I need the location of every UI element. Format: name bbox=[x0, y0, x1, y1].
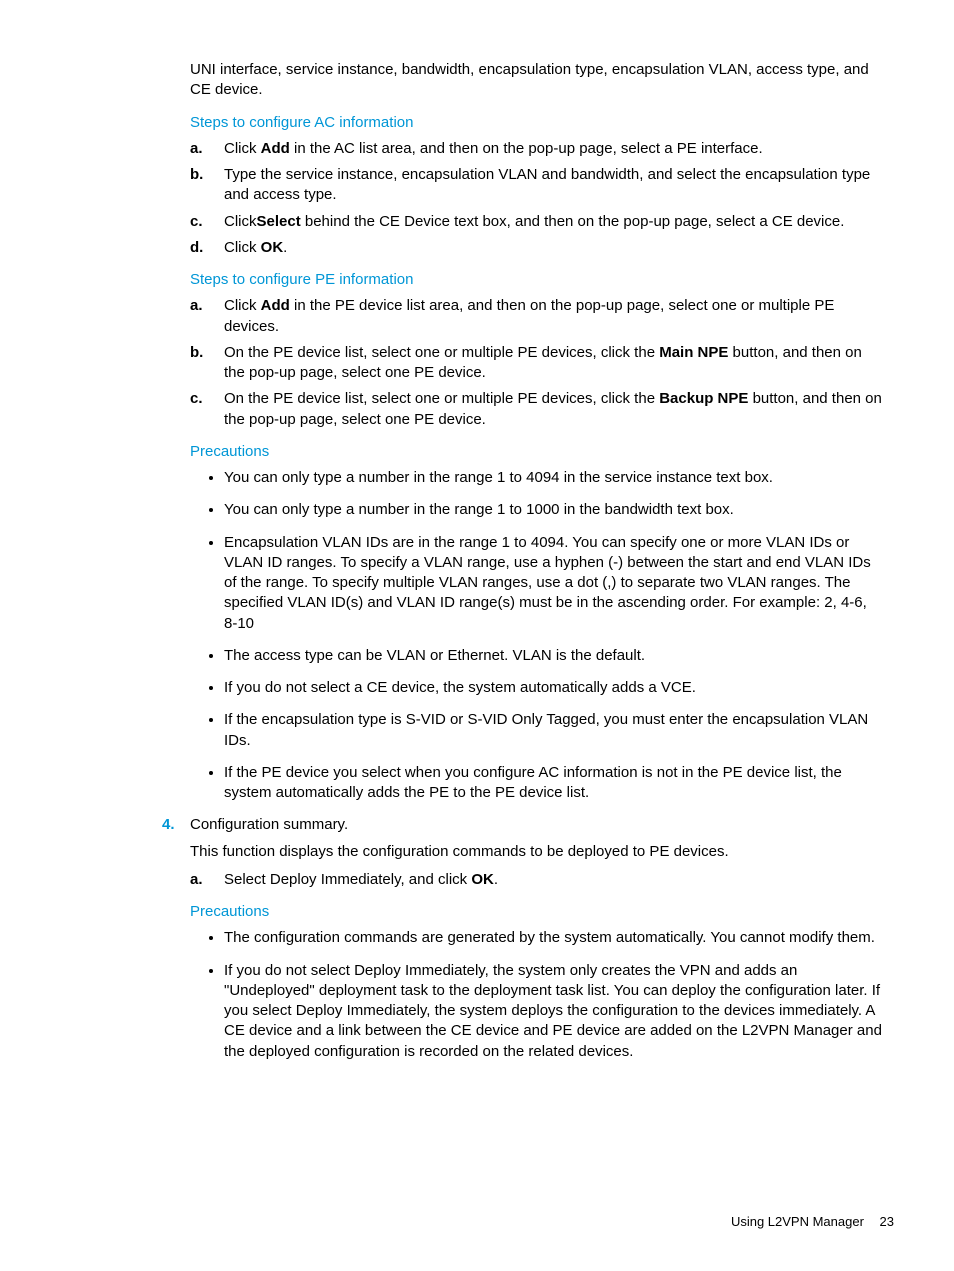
list-item: d. Click OK. bbox=[190, 238, 884, 258]
page-content: UNI interface, service instance, bandwid… bbox=[190, 60, 884, 1062]
item-marker: d. bbox=[190, 238, 203, 258]
step-4-description: This function displays the configuration… bbox=[190, 842, 884, 862]
heading-precautions-2: Precautions bbox=[190, 902, 884, 922]
step-4-sublist: a. Select Deploy Immediately, and click O… bbox=[190, 870, 884, 890]
list-item: b. On the PE device list, select one or m… bbox=[190, 343, 884, 384]
list-item: b. Type the service instance, encapsulati… bbox=[190, 165, 884, 206]
list-item: Encapsulation VLAN IDs are in the range … bbox=[224, 533, 884, 634]
list-item: a. Select Deploy Immediately, and click O… bbox=[190, 870, 884, 890]
step-number: 4. bbox=[162, 815, 175, 835]
ac-steps-list: a. Click Add in the AC list area, and the… bbox=[190, 139, 884, 258]
list-item: a. Click Add in the AC list area, and the… bbox=[190, 139, 884, 159]
pe-steps-list: a. Click Add in the PE device list area, … bbox=[190, 296, 884, 430]
item-marker: b. bbox=[190, 165, 203, 185]
footer-text: Using L2VPN Manager bbox=[731, 1214, 864, 1229]
page-number: 23 bbox=[880, 1214, 894, 1229]
item-text: Click OK. bbox=[224, 239, 287, 256]
list-item: c. On the PE device list, select one or m… bbox=[190, 389, 884, 430]
item-marker: c. bbox=[190, 212, 203, 232]
item-text: Click Add in the AC list area, and then … bbox=[224, 140, 763, 157]
intro-paragraph: UNI interface, service instance, bandwid… bbox=[190, 60, 884, 101]
list-item: You can only type a number in the range … bbox=[224, 468, 884, 488]
item-text: On the PE device list, select one or mul… bbox=[224, 344, 862, 381]
list-item: If the PE device you select when you con… bbox=[224, 763, 884, 804]
item-marker: a. bbox=[190, 296, 203, 316]
heading-pe-steps: Steps to configure PE information bbox=[190, 270, 884, 290]
item-text: Type the service instance, encapsulation… bbox=[224, 166, 870, 203]
item-marker: a. bbox=[190, 139, 203, 159]
page-footer: Using L2VPN Manager 23 bbox=[731, 1213, 894, 1231]
list-item: a. Click Add in the PE device list area, … bbox=[190, 296, 884, 337]
item-text: ClickSelect behind the CE Device text bo… bbox=[224, 213, 844, 230]
list-item: You can only type a number in the range … bbox=[224, 500, 884, 520]
list-item: The access type can be VLAN or Ethernet.… bbox=[224, 646, 884, 666]
precautions-list-1: You can only type a number in the range … bbox=[190, 468, 884, 803]
step-4: 4. Configuration summary. bbox=[162, 815, 884, 835]
precautions-list-2: The configuration commands are generated… bbox=[190, 928, 884, 1062]
item-marker: c. bbox=[190, 389, 203, 409]
heading-precautions-1: Precautions bbox=[190, 442, 884, 462]
item-marker: b. bbox=[190, 343, 203, 363]
item-marker: a. bbox=[190, 870, 203, 890]
item-text: Click Add in the PE device list area, an… bbox=[224, 297, 834, 334]
step-title: Configuration summary. bbox=[190, 816, 348, 833]
list-item: If the encapsulation type is S-VID or S-… bbox=[224, 710, 884, 751]
list-item: If you do not select Deploy Immediately,… bbox=[224, 961, 884, 1062]
item-text: On the PE device list, select one or mul… bbox=[224, 390, 882, 427]
heading-ac-steps: Steps to configure AC information bbox=[190, 113, 884, 133]
list-item: The configuration commands are generated… bbox=[224, 928, 884, 948]
item-text: Select Deploy Immediately, and click OK. bbox=[224, 871, 498, 888]
list-item: If you do not select a CE device, the sy… bbox=[224, 678, 884, 698]
list-item: c. ClickSelect behind the CE Device text … bbox=[190, 212, 884, 232]
